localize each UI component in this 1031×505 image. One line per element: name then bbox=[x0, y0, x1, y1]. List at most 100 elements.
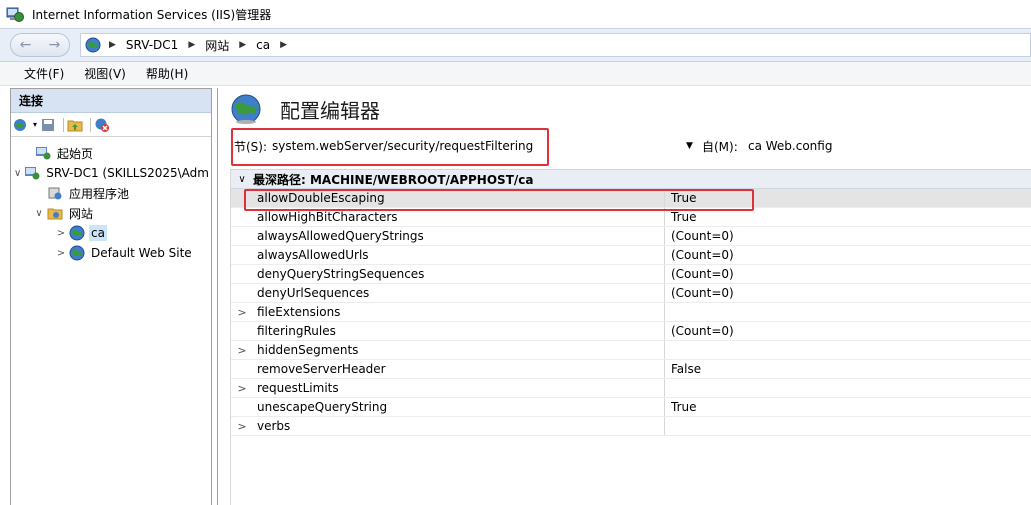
property-row[interactable]: removeServerHeader False bbox=[231, 360, 1031, 379]
menu-help[interactable]: 帮助(H) bbox=[146, 65, 188, 82]
tree-item-sites[interactable]: ∨ 网站 bbox=[11, 203, 211, 223]
breadcrumb-item-server[interactable]: SRV-DC1 bbox=[126, 38, 178, 52]
site-globe-icon bbox=[69, 245, 85, 261]
property-row[interactable]: > hiddenSegments bbox=[231, 341, 1031, 360]
property-name: hiddenSegments bbox=[253, 341, 665, 359]
property-row[interactable]: allowDoubleEscaping True bbox=[231, 189, 1031, 208]
property-value[interactable]: (Count=0) bbox=[665, 267, 734, 281]
expand-chevron-icon[interactable]: > bbox=[231, 382, 253, 395]
config-editor-globe-icon bbox=[230, 93, 262, 125]
connections-panel: 连接 ▾ 起始页 ∨ SRV-DC1 (SKILLS2025\Adm 应用程序池… bbox=[10, 88, 212, 505]
property-name: denyQueryStringSequences bbox=[253, 265, 665, 283]
property-row[interactable]: > requestLimits bbox=[231, 379, 1031, 398]
sites-folder-icon bbox=[47, 205, 63, 221]
save-icon[interactable] bbox=[40, 117, 56, 133]
tree-item-default-web-site[interactable]: > Default Web Site bbox=[11, 243, 211, 263]
dropdown-arrow-icon[interactable]: ▼ bbox=[686, 141, 693, 151]
collapse-chevron-icon[interactable]: ∨ bbox=[231, 174, 253, 185]
server-icon bbox=[24, 165, 40, 181]
connections-header: 连接 bbox=[11, 89, 211, 113]
toolbar-divider bbox=[90, 117, 92, 132]
connections-tree: 起始页 ∨ SRV-DC1 (SKILLS2025\Adm 应用程序池 ∨ 网站… bbox=[11, 137, 211, 263]
tree-item-ca[interactable]: > ca bbox=[11, 223, 211, 243]
deepest-path-label: 最深路径: MACHINE/WEBROOT/APPHOST/ca bbox=[253, 172, 534, 187]
back-arrow-icon[interactable]: ← bbox=[11, 37, 40, 53]
section-selector-row: 节(S): system.webServer/security/requestF… bbox=[218, 134, 1031, 158]
property-value[interactable]: (Count=0) bbox=[665, 248, 734, 262]
expand-chevron-icon[interactable]: > bbox=[55, 228, 67, 239]
title-bar: Internet Information Services (IIS)管理器 bbox=[0, 0, 1031, 28]
nav-buttons: ← → bbox=[10, 33, 70, 57]
globe-icon bbox=[85, 37, 101, 53]
property-value[interactable]: (Count=0) bbox=[665, 324, 734, 338]
property-row[interactable]: alwaysAllowedQueryStrings (Count=0) bbox=[231, 227, 1031, 246]
property-value[interactable]: True bbox=[665, 210, 697, 224]
chevron-right-icon[interactable]: ▶ bbox=[280, 40, 287, 50]
section-label: 节(S): bbox=[234, 139, 268, 154]
breadcrumb-item-sites[interactable]: 网站 bbox=[205, 37, 229, 54]
chevron-right-icon[interactable]: ▶ bbox=[239, 40, 246, 50]
property-name: removeServerHeader bbox=[253, 360, 665, 378]
app-pool-icon bbox=[47, 185, 63, 201]
dropdown-arrow-icon[interactable]: ▾ bbox=[33, 120, 37, 129]
from-label: 自(M): bbox=[702, 139, 738, 154]
tree-item-label: 应用程序池 bbox=[69, 186, 130, 201]
property-row[interactable]: allowHighBitCharacters True bbox=[231, 208, 1031, 227]
iis-app-icon bbox=[6, 6, 24, 22]
property-value[interactable]: True bbox=[665, 400, 697, 414]
menu-view[interactable]: 视图(V) bbox=[84, 65, 126, 82]
property-row[interactable]: > fileExtensions bbox=[231, 303, 1031, 322]
property-value[interactable]: False bbox=[665, 362, 701, 376]
tree-item-server[interactable]: ∨ SRV-DC1 (SKILLS2025\Adm bbox=[11, 163, 211, 183]
forward-arrow-icon[interactable]: → bbox=[40, 37, 69, 53]
property-row[interactable]: unescapeQueryString True bbox=[231, 398, 1031, 417]
property-name: alwaysAllowedUrls bbox=[253, 246, 665, 264]
tree-item-app-pools[interactable]: 应用程序池 bbox=[11, 183, 211, 203]
property-name: fileExtensions bbox=[253, 303, 665, 321]
window-title: Internet Information Services (IIS)管理器 bbox=[32, 7, 272, 22]
property-row[interactable]: denyQueryStringSequences (Count=0) bbox=[231, 265, 1031, 284]
breadcrumb[interactable]: ▶ SRV-DC1 ▶ 网站 ▶ ca ▶ bbox=[80, 33, 1031, 57]
property-name: requestLimits bbox=[253, 379, 665, 397]
expand-chevron-icon[interactable]: > bbox=[55, 248, 67, 259]
expand-chevron-icon[interactable]: > bbox=[231, 344, 253, 357]
property-name: unescapeQueryString bbox=[253, 398, 665, 416]
property-value[interactable]: (Count=0) bbox=[665, 229, 734, 243]
from-selector[interactable]: ca Web.config bbox=[748, 139, 832, 153]
section-selector[interactable]: system.webServer/security/requestFilteri… bbox=[272, 139, 533, 153]
menu-bar: 文件(F) 视图(V) 帮助(H) bbox=[0, 62, 1031, 86]
page-title: 配置编辑器 bbox=[280, 98, 380, 123]
tree-item-label: ca bbox=[89, 225, 107, 241]
expand-chevron-icon[interactable]: > bbox=[231, 420, 253, 433]
editor-header: 配置编辑器 bbox=[218, 88, 1031, 130]
property-row[interactable]: > verbs bbox=[231, 417, 1031, 436]
property-grid: ∨ 最深路径: MACHINE/WEBROOT/APPHOST/ca allow… bbox=[230, 169, 1031, 505]
property-name: allowDoubleEscaping bbox=[253, 189, 665, 207]
collapse-chevron-icon[interactable]: ∨ bbox=[33, 208, 45, 219]
chevron-right-icon[interactable]: ▶ bbox=[109, 40, 116, 50]
disconnect-icon[interactable] bbox=[94, 117, 110, 133]
property-row[interactable]: alwaysAllowedUrls (Count=0) bbox=[231, 246, 1031, 265]
toolbar-divider bbox=[63, 117, 65, 132]
property-row[interactable]: filteringRules (Count=0) bbox=[231, 322, 1031, 341]
property-rows: allowDoubleEscaping True allowHighBitChara… bbox=[231, 189, 1031, 436]
property-value[interactable]: True bbox=[665, 191, 697, 205]
property-row[interactable]: denyUrlSequences (Count=0) bbox=[231, 284, 1031, 303]
menu-file[interactable]: 文件(F) bbox=[24, 65, 64, 82]
property-name: alwaysAllowedQueryStrings bbox=[253, 227, 665, 245]
tree-item-start-page[interactable]: 起始页 bbox=[11, 143, 211, 163]
site-globe-icon bbox=[69, 225, 85, 241]
property-name: verbs bbox=[253, 417, 665, 435]
breadcrumb-item-ca[interactable]: ca bbox=[256, 38, 270, 52]
connections-toolbar: ▾ bbox=[11, 113, 211, 137]
grid-path-header[interactable]: ∨ 最深路径: MACHINE/WEBROOT/APPHOST/ca bbox=[231, 169, 1031, 189]
property-value[interactable]: (Count=0) bbox=[665, 286, 734, 300]
folder-up-icon[interactable] bbox=[67, 117, 83, 133]
connect-globe-icon[interactable] bbox=[13, 117, 29, 133]
property-name: denyUrlSequences bbox=[253, 284, 665, 302]
collapse-chevron-icon[interactable]: ∨ bbox=[13, 168, 22, 179]
expand-chevron-icon[interactable]: > bbox=[231, 306, 253, 319]
tree-item-label: SRV-DC1 (SKILLS2025\Adm bbox=[46, 166, 209, 180]
chevron-right-icon[interactable]: ▶ bbox=[188, 40, 195, 50]
start-page-icon bbox=[35, 145, 51, 161]
